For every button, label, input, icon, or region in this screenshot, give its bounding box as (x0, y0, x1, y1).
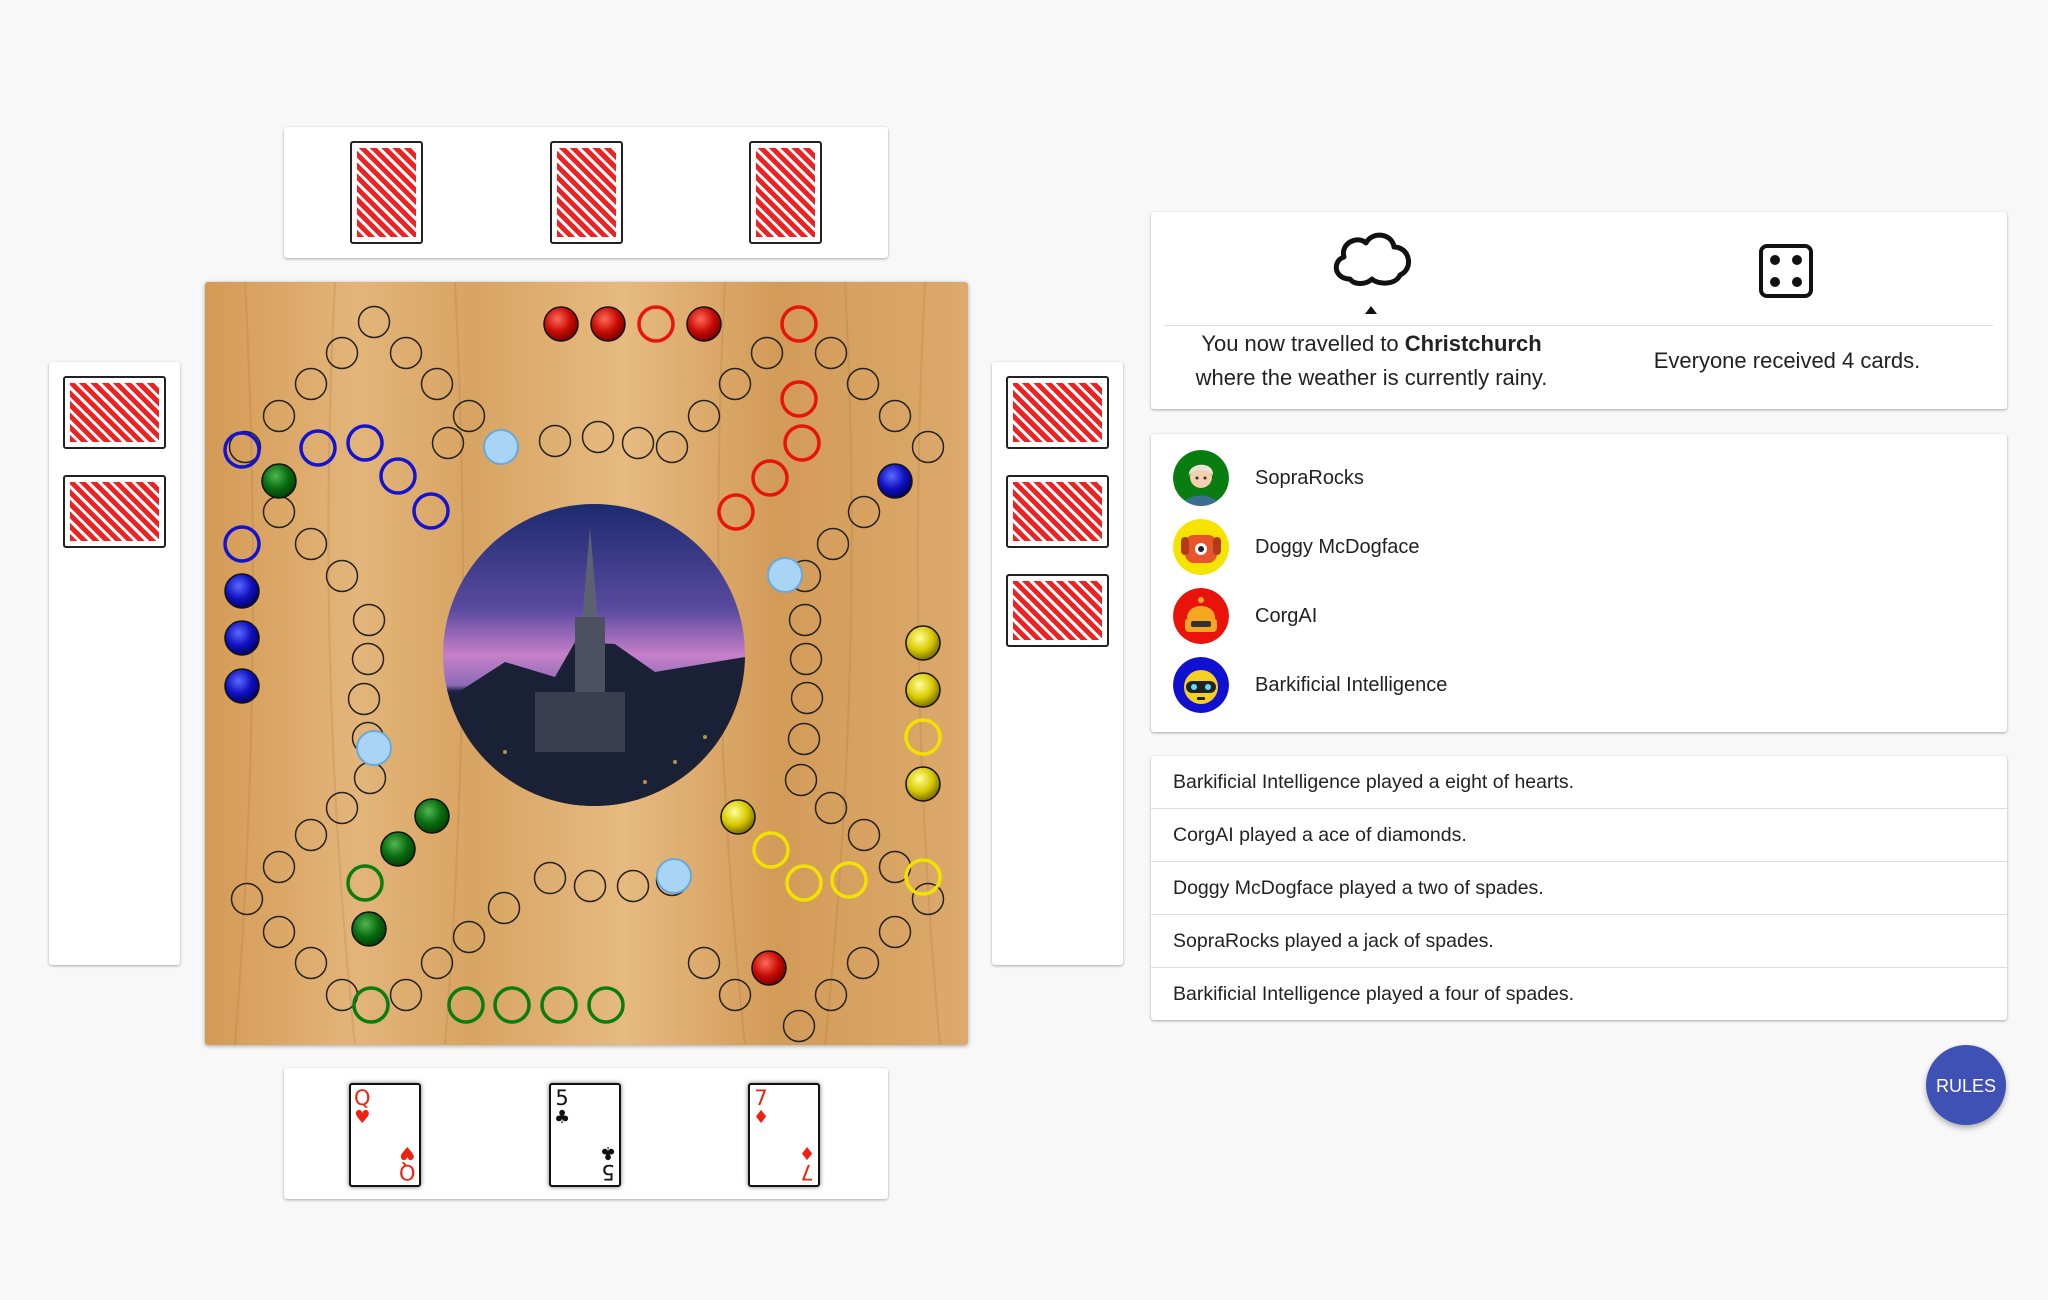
player-item: CorgAI (1173, 588, 1673, 644)
red-peg[interactable] (590, 306, 626, 342)
red-peg[interactable] (686, 306, 722, 342)
card-rank: Q (354, 1086, 371, 1110)
triangle-marker-icon (1365, 306, 1377, 314)
blue-peg[interactable] (877, 463, 913, 499)
weather-line: where the weather is currently rainy. (1195, 365, 1548, 390)
card-back (1006, 475, 1109, 548)
card-corner: 7 ♦ (753, 1088, 769, 1127)
card-suit: ♥ (354, 1107, 371, 1128)
card-rank: 7 (754, 1086, 768, 1110)
green-peg[interactable] (380, 831, 416, 867)
log-entry: Barkificial Intelligence played a four o… (1173, 983, 1575, 1005)
rules-button[interactable]: RULES (1926, 1045, 2006, 1125)
dice-four-icon (1759, 244, 1813, 298)
card-corner: 5 ♣ (599, 1142, 616, 1184)
player-item: SopraRocks (1173, 450, 1673, 506)
highlighted-hole[interactable] (356, 730, 392, 766)
green-peg[interactable] (414, 798, 450, 834)
green-peg[interactable] (351, 911, 387, 947)
player-item: Doggy McDogface (1173, 519, 1673, 575)
yellow-peg[interactable] (905, 672, 941, 708)
game-log: Barkificial Intelligence played a eight … (1151, 756, 2007, 1020)
yellow-peg[interactable] (905, 766, 941, 802)
card-back (1006, 574, 1109, 647)
location-name: Christchurch (1404, 331, 1542, 356)
players-panel: SopraRocks Doggy McDogface CorgAI Barkif… (1151, 434, 2007, 732)
card-back (63, 376, 166, 449)
card-suit: ♦ (753, 1107, 770, 1128)
highlighted-hole[interactable] (767, 557, 803, 593)
travel-message: You now travelled to Christchurch where … (1165, 327, 1578, 395)
log-entry: Barkificial Intelligence played a eight … (1151, 756, 2007, 809)
yellow-peg[interactable] (905, 625, 941, 661)
card-suit: ♣ (599, 1142, 616, 1163)
card-back (1006, 376, 1109, 449)
player-name: Doggy McDogface (1255, 536, 1420, 558)
blue-peg[interactable] (224, 573, 260, 609)
log-entry: CorgAI played a ace of diamonds. (1151, 809, 2007, 862)
opponent-top-hand (284, 127, 888, 258)
player-item: Barkificial Intelligence (1173, 657, 1673, 713)
cloud-icon (1333, 232, 1411, 286)
yellow-peg[interactable] (720, 799, 756, 835)
player-name: SopraRocks (1255, 467, 1364, 489)
card-rank: 5 (601, 1160, 615, 1184)
opponent-left-hand (49, 362, 180, 965)
card-back (749, 141, 822, 244)
game-board[interactable] (205, 282, 968, 1045)
card-suit: ♥ (399, 1142, 416, 1163)
card-corner: Q ♥ (399, 1142, 416, 1184)
highlighted-hole[interactable] (483, 429, 519, 465)
card-corner: 5 ♣ (554, 1088, 570, 1127)
player-name: Barkificial Intelligence (1255, 674, 1448, 696)
card-corner: Q ♥ (354, 1088, 371, 1127)
card-rank: Q (399, 1160, 416, 1184)
green-peg[interactable] (261, 463, 297, 499)
blue-peg[interactable] (224, 668, 260, 704)
cards-message: Everyone received 4 cards. (1653, 348, 1921, 373)
log-entry: Doggy McDogface played a two of spades. (1151, 862, 2007, 915)
playing-card[interactable]: 7 ♦ 7 ♦ (748, 1083, 820, 1187)
card-suit: ♣ (554, 1107, 571, 1128)
grandma-avatar-icon (1173, 450, 1229, 506)
red-peg[interactable] (543, 306, 579, 342)
card-suit: ♦ (798, 1142, 815, 1163)
info-panel: You now travelled to Christchurch where … (1151, 212, 2007, 409)
robot-avatar-icon (1173, 588, 1229, 644)
card-back (350, 141, 423, 244)
highlighted-hole[interactable] (656, 858, 692, 894)
travel-prefix: You now travelled to (1201, 331, 1405, 356)
opponent-right-hand (992, 362, 1123, 965)
card-corner: 7 ♦ (798, 1142, 815, 1184)
christchurch-cathedral-image (443, 504, 745, 806)
dog-avatar-icon (1173, 519, 1229, 575)
robot-dog-avatar-icon (1173, 657, 1229, 713)
red-peg[interactable] (751, 950, 787, 986)
playing-card[interactable]: 5 ♣ 5 ♣ (549, 1083, 621, 1187)
card-back (550, 141, 623, 244)
card-back (63, 475, 166, 548)
log-entry: SopraRocks played a jack of spades. (1151, 915, 2007, 968)
divider (1165, 325, 1993, 326)
card-rank: 7 (800, 1160, 814, 1184)
playing-card[interactable]: Q ♥ Q ♥ (349, 1083, 421, 1187)
blue-peg[interactable] (224, 620, 260, 656)
card-rank: 5 (555, 1086, 569, 1110)
player-name: CorgAI (1255, 605, 1318, 627)
